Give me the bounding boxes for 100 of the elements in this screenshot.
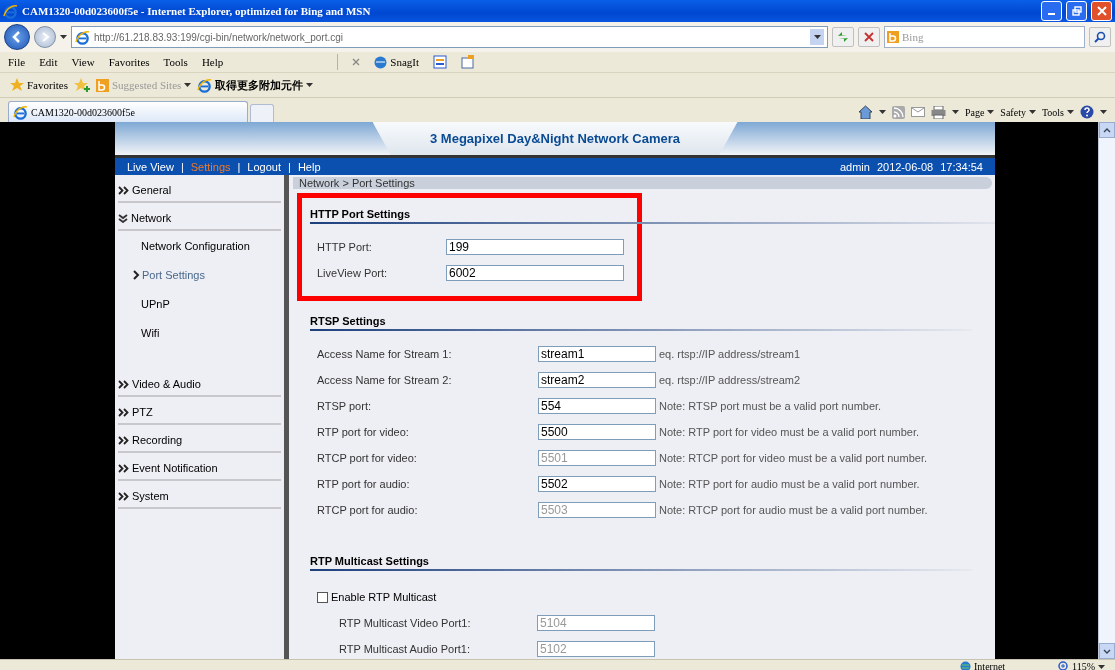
browser-tab[interactable]: CAM1320-00d023600f5e [8,101,248,122]
menu-item[interactable]: Edit [39,56,58,68]
field-label: RTCP port for audio: [317,504,419,516]
double-chevron-icon [118,379,129,389]
nav-link[interactable]: Logout [247,160,281,173]
caret-icon[interactable] [184,83,192,87]
field-label: Access Name for Stream 2: [317,374,453,386]
help-icon[interactable] [1080,105,1094,119]
sidebar-item[interactable]: Network Configuration [118,231,281,260]
section-heading: HTTP Port Settings [310,202,995,224]
zoom-control[interactable]: 115% [1058,661,1105,670]
caret-icon[interactable] [951,110,959,114]
port-field[interactable]: 6002 [446,265,624,281]
refresh-icon [837,31,849,43]
double-chevron-icon [118,491,129,501]
field-label: RTP Multicast Video Port1: [339,617,472,629]
caret-icon[interactable] [1098,664,1105,669]
command-menu[interactable]: Page [964,106,995,118]
field-label: RTP port for video: [317,426,410,438]
sidebar-section[interactable]: General [118,179,281,203]
command-menu[interactable]: Safety [1000,106,1036,118]
date-text: 2012-06-08 [876,160,934,173]
menu-item[interactable]: Help [201,56,224,68]
field-note: Note: RTCP port for video must be a valid port number. [659,452,927,464]
sidebar-section[interactable]: Recording [118,429,281,453]
command-menu[interactable]: Tools [1041,106,1074,118]
zone-indicator: Internet [960,661,1051,670]
sidebar-section[interactable]: Network [118,207,281,231]
search-icon [1094,31,1106,43]
stop-icon [864,32,874,42]
caret-icon[interactable] [1067,110,1074,114]
sidebar-section[interactable]: System [118,485,281,509]
zoom-icon [1058,661,1070,670]
nav-separator: | [288,160,291,173]
chevron-down-icon [118,213,128,223]
history-dropdown-icon[interactable] [60,35,67,39]
caret-icon[interactable] [306,83,314,87]
field-note: Note: RTP port for video must be a valid port number. [659,426,920,438]
sidebar-item[interactable]: UPnP [118,289,281,318]
restore-button[interactable] [1066,1,1087,21]
field-note: Note: RTP port for audio must be a valid port number. [659,478,920,490]
add-favorite-icon[interactable] [73,78,90,92]
caret-icon[interactable] [1028,110,1036,114]
window-capture-icon[interactable] [433,55,447,69]
port-field[interactable]: 199 [446,239,624,255]
snagit-button[interactable]: SnagIt [374,55,419,69]
sidebar-section[interactable]: PTZ [118,401,281,425]
port-field[interactable]: 554 [538,398,656,414]
sidebar-item[interactable]: Wifi [118,318,281,347]
browser-logo-icon [197,77,213,93]
double-chevron-icon [118,435,129,445]
caret-icon[interactable] [987,110,995,114]
globe-icon [374,55,388,69]
sidebar-section[interactable]: Video & Audio [118,373,281,397]
port-field[interactable]: stream1 [538,346,656,362]
sidebar-item[interactable]: Port Settings [118,260,281,289]
printer-icon[interactable] [930,105,946,119]
menu-item[interactable]: View [71,56,95,68]
field-label: HTTP Port: [317,241,373,253]
section-heading: RTSP Settings [310,309,972,331]
checkbox[interactable] [317,591,328,603]
port-field[interactable]: 5500 [538,424,656,440]
caret-icon[interactable] [1100,110,1107,114]
port-field[interactable]: stream2 [538,372,656,388]
close-button[interactable] [1091,1,1112,21]
menu-item[interactable]: File [8,56,26,68]
browser-logo-icon [13,104,28,120]
globe-icon [960,661,972,670]
field-label: Access Name for Stream 1: [317,348,453,360]
port-field[interactable]: 5502 [538,476,656,492]
address-field[interactable]: http://61.218.83.93:199/cgi-bin/network/network_port.cgi [71,26,828,48]
double-chevron-icon [118,463,129,473]
stop-button[interactable] [858,27,880,47]
field-note: Note: RTCP port for audio must be a valid port number. [659,504,928,516]
user-name: admin [839,160,870,173]
close-icon[interactable] [352,58,361,66]
favorites-button[interactable]: Favorites [10,78,68,92]
chevron-right-icon [133,269,140,280]
field-label: RTP Multicast Audio Port1: [339,643,472,655]
sidebar-section[interactable]: Event Notification [118,457,281,481]
nav-link[interactable]: Help [297,160,321,173]
addons-link[interactable]: 取得更多附加元件 [197,77,314,93]
double-chevron-icon [118,185,129,195]
restore-icon [1071,6,1082,16]
search-provider-logo-icon [887,31,899,43]
nav-link[interactable]: Live View [127,160,174,173]
mail-icon[interactable] [910,107,925,117]
back-button[interactable] [4,24,30,50]
page-title: 3 Megapixel Day&Night Network Camera [372,122,738,155]
search-button[interactable] [1089,27,1111,47]
nav-separator: | [180,160,184,173]
scrollbar[interactable] [1098,122,1115,659]
breadcrumb: Network > Port Settings [293,177,992,189]
caret-icon[interactable] [878,110,886,114]
caret-icon[interactable] [813,35,821,39]
minimize-button[interactable] [1041,1,1062,21]
menu-item[interactable]: Tools [163,56,188,68]
field-label: LiveView Port: [317,267,389,279]
home-icon[interactable] [857,105,873,119]
menu-item[interactable]: Favorites [108,56,150,68]
